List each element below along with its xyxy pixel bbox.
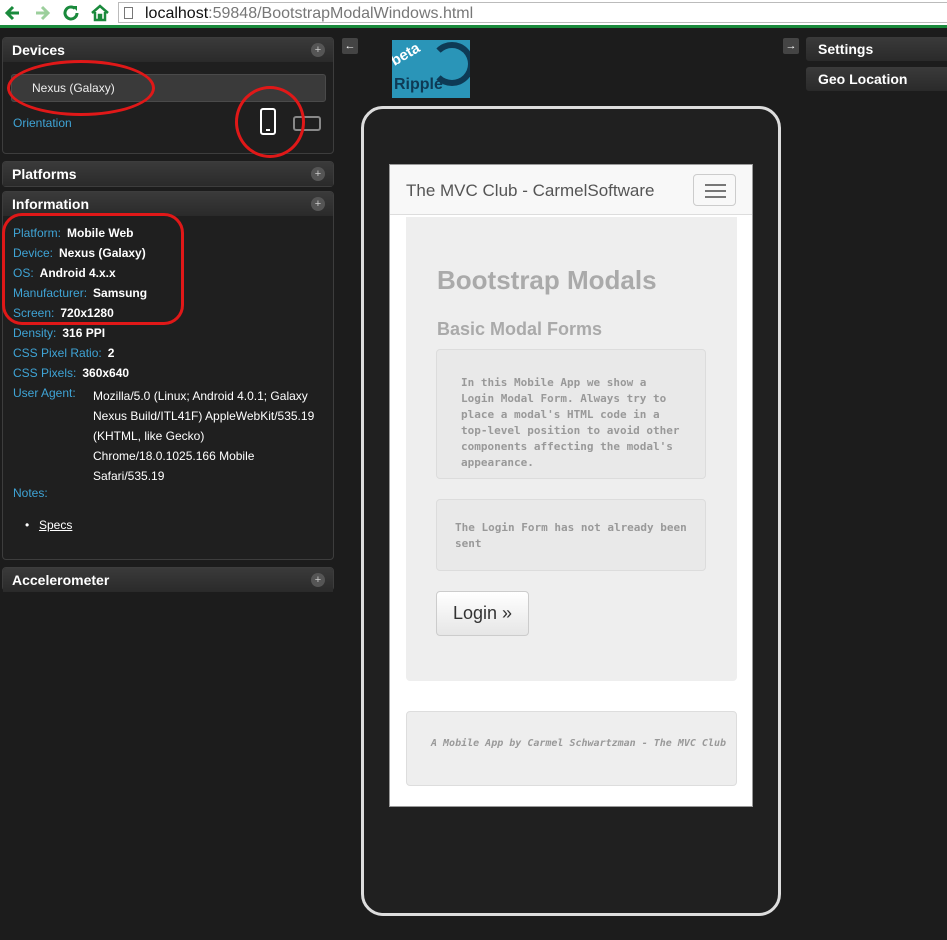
browser-toolbar: localhost:59848/BootstrapModalWindows.ht…	[0, 0, 947, 28]
annotation-circle-orientation	[235, 86, 305, 158]
platforms-header[interactable]: Platforms +	[3, 162, 333, 186]
specs-link[interactable]: Specs	[39, 518, 72, 532]
menu-icon[interactable]	[693, 174, 736, 206]
back-icon[interactable]	[3, 3, 23, 23]
page-icon	[124, 7, 133, 19]
annotation-box-info	[2, 213, 184, 325]
panel-title: Platforms	[12, 166, 77, 182]
panel-title: Information	[12, 196, 89, 212]
expand-icon[interactable]: +	[311, 43, 325, 57]
geo-location-button[interactable]: Geo Location	[806, 67, 947, 91]
collapse-left-icon[interactable]: ←	[342, 38, 358, 54]
reload-icon[interactable]	[61, 3, 81, 23]
collapse-right-icon[interactable]: →	[783, 38, 799, 54]
device-screen: The MVC Club - CarmelSoftware Bootstrap …	[389, 164, 753, 807]
info-row-density: Density: 316 PPI	[13, 326, 106, 340]
home-icon[interactable]	[90, 3, 110, 23]
app-navbar: The MVC Club - CarmelSoftware	[390, 165, 752, 215]
settings-button[interactable]: Settings	[806, 37, 947, 61]
jumbotron: Bootstrap Modals Basic Modal Forms In th…	[406, 217, 737, 681]
notes-label: Notes:	[13, 486, 48, 500]
user-agent-value: Mozilla/5.0 (Linux; Android 4.0.1; Galax…	[93, 389, 315, 483]
ripple-logo: beta Ripple	[392, 40, 470, 98]
app-brand[interactable]: The MVC Club - CarmelSoftware	[406, 181, 654, 201]
login-button[interactable]: Login »	[436, 591, 529, 636]
specs-list-item: Specs	[25, 518, 73, 532]
status-well: The Login Form has not already been sent	[436, 499, 706, 571]
panel-title: Devices	[12, 42, 65, 58]
page-subtitle: Basic Modal Forms	[437, 319, 603, 339]
expand-icon[interactable]: +	[311, 167, 325, 181]
address-bar[interactable]: localhost:59848/BootstrapModalWindows.ht…	[118, 2, 947, 23]
app-footer: A Mobile App by Carmel Schwartzman - The…	[406, 711, 737, 786]
info-row-user-agent: User Agent:	[13, 386, 76, 400]
info-row-css-pixels: CSS Pixels: 360x640	[13, 366, 130, 380]
info-row-pixel-ratio: CSS Pixel Ratio: 2	[13, 346, 115, 360]
expand-icon[interactable]: +	[311, 573, 325, 587]
url-text: localhost:59848/BootstrapModalWindows.ht…	[145, 5, 474, 22]
expand-icon[interactable]: +	[311, 197, 325, 211]
forward-icon[interactable]	[32, 3, 52, 23]
orientation-label: Orientation	[13, 116, 72, 130]
annotation-circle-device	[7, 60, 155, 116]
accelerometer-header[interactable]: Accelerometer +	[3, 568, 333, 592]
page-title: Bootstrap Modals	[437, 265, 657, 295]
platforms-panel: Platforms +	[2, 161, 334, 187]
info-well: In this Mobile App we show a Login Modal…	[436, 349, 706, 479]
accelerometer-panel: Accelerometer +	[2, 567, 334, 592]
panel-title: Accelerometer	[12, 572, 110, 588]
devices-header[interactable]: Devices +	[3, 38, 333, 62]
